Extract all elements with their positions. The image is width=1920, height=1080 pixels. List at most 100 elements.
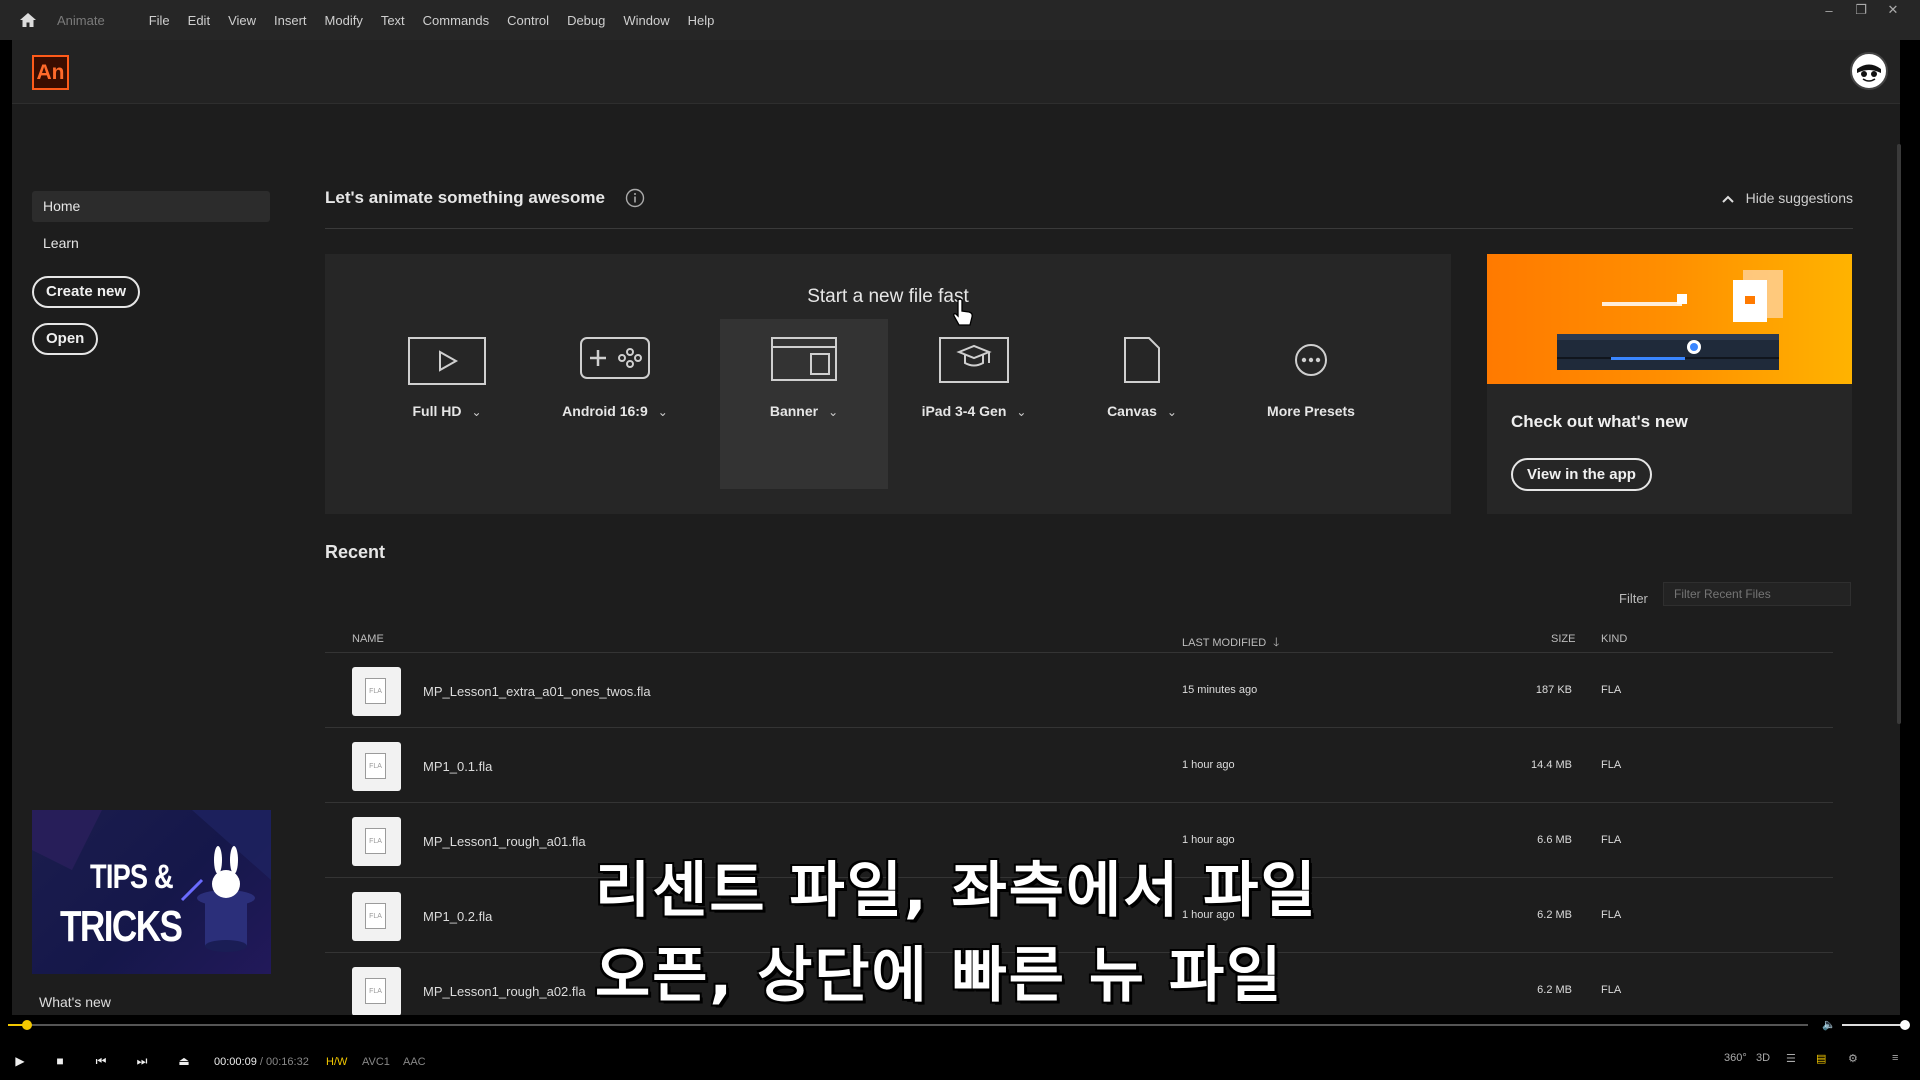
- file-name: MP_Lesson1_rough_a01.fla: [423, 834, 586, 849]
- seek-handle[interactable]: [22, 1020, 32, 1030]
- filter-recent-files-input[interactable]: [1663, 582, 1851, 606]
- audio-codec-badge: AAC: [403, 1056, 426, 1068]
- chevron-down-icon[interactable]: ⌄: [658, 405, 668, 419]
- menu-icon[interactable]: ≡: [1892, 1052, 1898, 1064]
- file-modified: 15 minutes ago: [1182, 684, 1258, 696]
- chevron-down-icon[interactable]: ⌄: [1016, 405, 1026, 419]
- hand-cursor-icon: [951, 298, 975, 333]
- menu-insert[interactable]: Insert: [265, 13, 316, 28]
- column-size[interactable]: SIZE: [1551, 633, 1575, 645]
- file-name: MP1_0.2.fla: [423, 909, 493, 924]
- 3d-mode-icon[interactable]: 3D: [1756, 1052, 1770, 1064]
- next-icon[interactable]: ⏭: [134, 1053, 150, 1069]
- stop-icon[interactable]: ■: [52, 1053, 68, 1069]
- avatar[interactable]: [1850, 52, 1888, 90]
- sidebar-item-home[interactable]: Home: [32, 191, 270, 222]
- video-play-icon: [408, 337, 486, 390]
- fla-file-icon: FLA: [352, 667, 401, 716]
- view-in-app-button[interactable]: View in the app: [1511, 458, 1652, 491]
- file-size: 6.2 MB: [1537, 984, 1572, 996]
- preset-canvas[interactable]: Canvas ⌄: [1058, 319, 1226, 489]
- tips-and-tricks-banner[interactable]: TIPS & TRICKS: [32, 810, 271, 974]
- preset-ipad[interactable]: iPad 3-4 Gen ⌄: [890, 319, 1058, 489]
- table-row[interactable]: FLA MP_Lesson1_extra_a01_ones_twos.fla 1…: [325, 653, 1833, 728]
- whats-new-link[interactable]: What's new: [39, 994, 111, 1010]
- preset-label: Full HD: [412, 403, 462, 419]
- hw-decoding-badge[interactable]: H/W: [326, 1056, 347, 1068]
- subtitle-line-2: 오픈, 상단에 빠른 뉴 파일: [595, 941, 1284, 1011]
- menu-commands[interactable]: Commands: [414, 13, 498, 28]
- file-size: 187 KB: [1535, 684, 1572, 696]
- menu-text[interactable]: Text: [372, 13, 414, 28]
- info-icon[interactable]: [625, 188, 645, 208]
- file-name: MP1_0.1.fla: [423, 759, 493, 774]
- open-button[interactable]: Open: [32, 323, 99, 355]
- sidebar-item-learn[interactable]: Learn: [32, 228, 270, 259]
- menu-file[interactable]: File: [140, 13, 179, 28]
- playlist-search-icon[interactable]: ☰: [1786, 1052, 1796, 1065]
- previous-icon[interactable]: ⏮: [93, 1053, 109, 1069]
- vr-360-icon[interactable]: 360°: [1724, 1052, 1747, 1064]
- preset-android[interactable]: Android 16:9 ⌄: [531, 319, 699, 489]
- video-codec-badge: AVC1: [362, 1056, 390, 1068]
- sort-down-arrow-icon: 🡓: [1273, 635, 1280, 649]
- page-title: Let's animate something awesome: [325, 188, 605, 207]
- file-kind: FLA: [1601, 834, 1622, 846]
- close-icon[interactable]: ✕: [1886, 2, 1900, 18]
- hide-suggestions-button[interactable]: Hide suggestions: [1721, 190, 1853, 206]
- recent-heading: Recent: [325, 542, 386, 562]
- menu-debug[interactable]: Debug: [558, 13, 614, 28]
- chevron-down-icon[interactable]: ⌄: [1167, 405, 1177, 419]
- more-dots-icon: [1293, 337, 1329, 388]
- app-name: Animate: [57, 12, 105, 28]
- restore-icon[interactable]: ❐: [1854, 2, 1868, 18]
- divider: [325, 228, 1853, 229]
- volume-handle[interactable]: [1900, 1020, 1910, 1030]
- table-row[interactable]: FLA MP1_0.1.fla 1 hour ago 14.4 MB FLA: [325, 728, 1833, 803]
- subtitle-line-1: 리센트 파일, 좌측에서 파일: [595, 856, 1318, 926]
- time-separator: /: [259, 1056, 263, 1068]
- column-name[interactable]: NAME: [352, 633, 384, 645]
- chevron-down-icon[interactable]: ⌄: [471, 405, 481, 419]
- menu-control[interactable]: Control: [498, 13, 558, 28]
- file-kind: FLA: [1601, 759, 1622, 771]
- app-header: An: [12, 40, 1900, 104]
- preset-full-hd[interactable]: Full HD ⌄: [363, 319, 531, 489]
- tips-title-line1: TIPS &: [90, 858, 174, 896]
- column-kind[interactable]: KIND: [1601, 633, 1627, 645]
- volume-icon[interactable]: 🔈: [1822, 1018, 1836, 1031]
- column-last-modified[interactable]: LAST MODIFIED 🡓: [1182, 633, 1279, 654]
- menu-modify[interactable]: Modify: [316, 13, 372, 28]
- whats-new-card: Check out what's new View in the app: [1487, 254, 1852, 514]
- volume-slider[interactable]: [1842, 1024, 1904, 1026]
- duration: 00:16:32: [266, 1056, 309, 1068]
- menu-view[interactable]: View: [219, 13, 265, 28]
- menu-edit[interactable]: Edit: [179, 13, 219, 28]
- menu-list: File Edit View Insert Modify Text Comman…: [140, 13, 724, 28]
- minimize-icon[interactable]: –: [1822, 3, 1836, 18]
- preset-banner[interactable]: Banner ⌄: [720, 319, 888, 489]
- fla-file-icon: FLA: [352, 892, 401, 941]
- menu-help[interactable]: Help: [679, 13, 724, 28]
- file-kind: FLA: [1601, 909, 1622, 921]
- preset-label: Android 16:9: [562, 403, 648, 419]
- menu-window[interactable]: Window: [614, 13, 678, 28]
- browser-window-icon: [771, 337, 837, 386]
- chevron-up-icon: [1721, 190, 1734, 206]
- fla-file-icon: FLA: [352, 742, 401, 791]
- scrollbar[interactable]: [1897, 144, 1901, 724]
- chevron-down-icon[interactable]: ⌄: [828, 405, 838, 419]
- table-header: NAME LAST MODIFIED 🡓 SIZE KIND: [325, 628, 1833, 652]
- eject-icon[interactable]: ⏏: [176, 1053, 192, 1069]
- settings-gear-icon[interactable]: ⚙: [1848, 1052, 1858, 1065]
- file-size: 14.4 MB: [1531, 759, 1572, 771]
- time-display: 00:00:09 / 00:16:32: [214, 1056, 309, 1068]
- subtitles-icon[interactable]: ▤: [1816, 1052, 1826, 1065]
- home-icon[interactable]: [17, 9, 39, 31]
- preset-more[interactable]: More Presets: [1227, 319, 1395, 489]
- seek-track[interactable]: [8, 1024, 1808, 1026]
- tips-title-line2: TRICKS: [60, 902, 183, 951]
- create-new-button[interactable]: Create new: [32, 276, 141, 308]
- current-time: 00:00:09: [214, 1056, 257, 1068]
- play-icon[interactable]: ▶: [12, 1053, 28, 1069]
